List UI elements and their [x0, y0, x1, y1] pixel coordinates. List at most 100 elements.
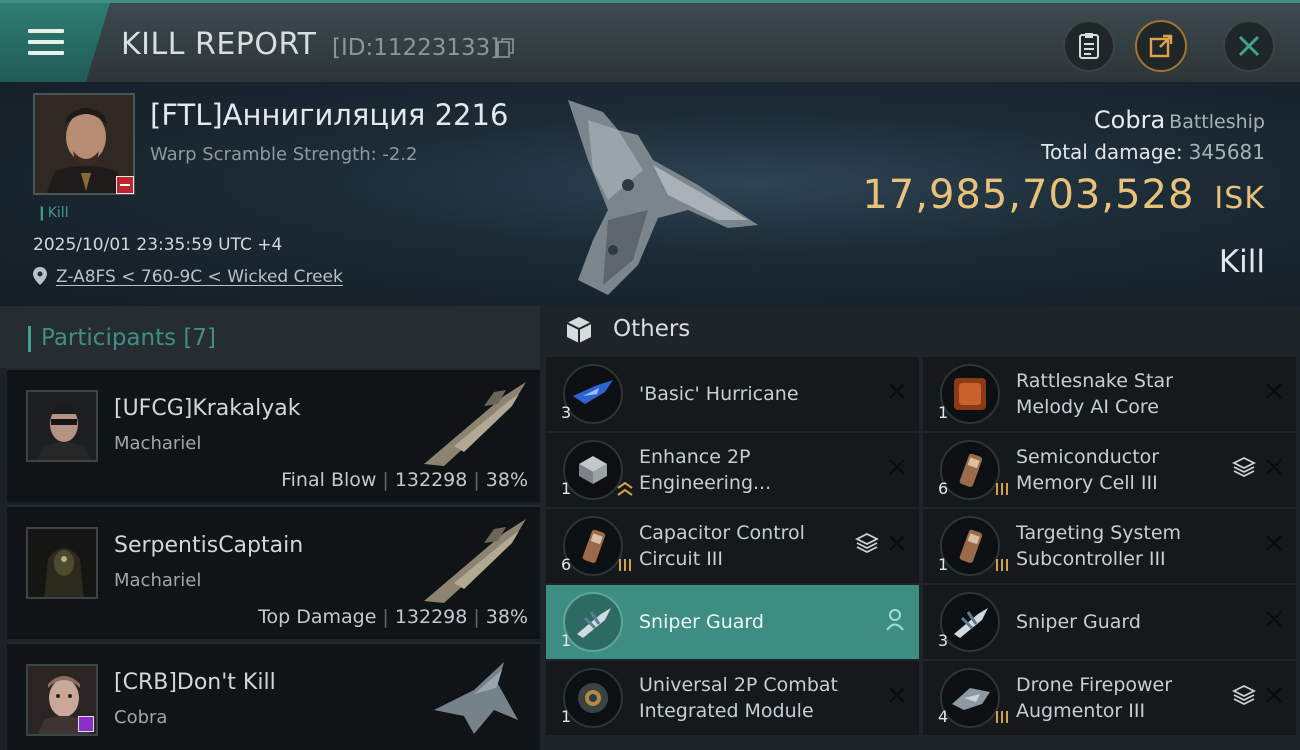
item-label: Universal 2P Combat Integrated Module: [639, 674, 838, 722]
destroyed-x-icon: [889, 383, 905, 399]
participants-label: Participants: [41, 325, 177, 351]
participants-panel: Participants [7] [UFCG]Krakalyak Machari…: [0, 306, 540, 750]
page-title: KILL REPORT: [121, 27, 317, 62]
victim-ship-image: [568, 100, 758, 295]
item-icon: [563, 668, 623, 728]
item-quantity: 3: [938, 631, 949, 650]
cube-icon: [566, 317, 592, 343]
kill-datetime: 2025/10/01 23:35:59 UTC +4: [33, 235, 283, 255]
destroyed-x-icon: [889, 687, 905, 703]
warp-scramble: Warp Scramble Strength: -2.2: [150, 144, 418, 165]
participant-name: [CRB]Don't Kill: [114, 670, 276, 695]
close-button[interactable]: [1223, 20, 1275, 72]
share-button[interactable]: [1135, 20, 1187, 72]
participant-stats: Final Blow | 132298 | 38%: [281, 469, 528, 491]
item-quantity: 1: [938, 403, 949, 422]
result-label: Kill: [1218, 244, 1265, 280]
clipboard-button[interactable]: [1063, 20, 1115, 72]
hamburger-icon: [28, 29, 64, 55]
avatar: [26, 527, 98, 599]
destroyed-x-icon: [1266, 687, 1282, 703]
participant-stats: Top Damage | 132298 | 38%: [258, 606, 528, 628]
tier-iii-icon: [996, 483, 1008, 495]
item-icon: [940, 364, 1000, 424]
item-icon: [563, 592, 623, 652]
stack-layers-icon: [855, 532, 879, 554]
item-entry[interactable]: 1 Targeting System Subcontroller III: [923, 509, 1296, 583]
total-damage-label: Total damage:: [1041, 140, 1183, 164]
clipboard-icon: [1079, 33, 1099, 59]
item-entry[interactable]: 6 Semiconductor Memory Cell III: [923, 433, 1296, 507]
destroyed-x-icon: [889, 535, 905, 551]
item-label: Sniper Guard: [1016, 611, 1141, 633]
victim-name[interactable]: [FTL]Аннигиляция 2216: [150, 98, 508, 132]
tier-iii-icon: [996, 711, 1008, 723]
participant-name: SerpentisCaptain: [114, 533, 304, 558]
close-icon: [1238, 35, 1260, 57]
item-label: Semiconductor Memory Cell III: [1016, 446, 1160, 494]
stack-layers-icon: [1232, 684, 1256, 706]
kill-tag: ❙Kill: [36, 205, 69, 221]
participants-title: Participants [7]: [41, 325, 216, 351]
item-label: Rattlesnake Star Melody AI Core: [1016, 370, 1173, 418]
copy-icon[interactable]: [497, 38, 515, 58]
location-link[interactable]: Z-A8FS < 760-9C < Wicked Creek: [56, 267, 343, 287]
person-icon: [886, 609, 904, 631]
item-entry-selected[interactable]: 1 Sniper Guard: [546, 585, 919, 659]
item-icon: [940, 668, 1008, 728]
item-entry[interactable]: 3 'Basic' Hurricane: [546, 357, 919, 431]
corp-badge-icon: [78, 716, 94, 732]
participant-ship-image: [424, 519, 526, 603]
item-icon: [563, 440, 633, 500]
tier-chevron-icon: [617, 482, 633, 496]
accent-bar: [28, 326, 31, 352]
share-icon: [1149, 34, 1173, 58]
item-label: Capacitor Control Circuit III: [639, 522, 805, 570]
item-quantity: 4: [938, 707, 949, 726]
item-quantity: 1: [561, 631, 572, 650]
item-quantity: 1: [561, 479, 572, 498]
isk-value: 17,985,703,528 ISK: [862, 172, 1265, 218]
item-entry[interactable]: 1 Enhance 2P Engineering...: [546, 433, 919, 507]
ship-name: Cobra: [1093, 106, 1166, 134]
participant-damage: 132298: [394, 606, 468, 628]
participant-ship: Cobra: [114, 707, 168, 728]
participants-header: Participants [7]: [0, 306, 540, 368]
victim-panel: [FTL]Аннигиляция 2216 Warp Scramble Stre…: [0, 82, 1300, 306]
destroyed-x-icon: [1266, 459, 1282, 475]
menu-button[interactable]: [0, 3, 110, 82]
item-entry[interactable]: 6 Capacitor Control Circuit III: [546, 509, 919, 583]
participant-role: Top Damage: [258, 606, 377, 628]
destroyed-x-icon: [1266, 383, 1282, 399]
item-entry[interactable]: 1 Rattlesnake Star Melody AI Core: [923, 357, 1296, 431]
tier-iii-icon: [996, 559, 1008, 571]
item-label: Drone Firepower Augmentor III: [1016, 674, 1173, 722]
item-icon: [940, 440, 1008, 500]
item-entry[interactable]: 1 Universal 2P Combat Integrated Module: [546, 661, 919, 735]
participant-name: [UFCG]Krakalyak: [114, 396, 301, 421]
participant-damage: 132298: [394, 469, 468, 491]
participant-ship: Machariel: [114, 570, 202, 591]
participants-count: [7]: [183, 325, 217, 351]
participant-percent: 38%: [485, 469, 528, 491]
item-label: Targeting System Subcontroller III: [1016, 522, 1182, 570]
item-entry[interactable]: 4 Drone Firepower Augmentor III: [923, 661, 1296, 735]
item-quantity: 6: [938, 479, 949, 498]
participant-row[interactable]: [CRB]Don't Kill Cobra: [7, 642, 540, 750]
kill-tag-label: Kill: [47, 205, 69, 221]
stack-layers-icon: [1232, 456, 1256, 478]
participant-ship: Machariel: [114, 433, 202, 454]
ship-class: Battleship: [1169, 111, 1265, 133]
destroyed-x-icon: [1266, 611, 1282, 627]
participant-row[interactable]: SerpentisCaptain Machariel Top Damage | 13…: [7, 505, 540, 639]
avatar: [26, 390, 98, 462]
item-quantity: 1: [938, 555, 949, 574]
item-entry[interactable]: 3 Sniper Guard: [923, 585, 1296, 659]
participant-ship-image: [434, 662, 518, 734]
participant-role: Final Blow: [281, 469, 377, 491]
participant-ship-image: [424, 382, 526, 466]
top-bar: KILL REPORT [ID:11223133]: [0, 0, 1300, 82]
victim-ship-name[interactable]: Cobra Battleship: [1094, 106, 1265, 134]
item-quantity: 6: [561, 555, 572, 574]
participant-row[interactable]: [UFCG]Krakalyak Machariel Final Blow | 132…: [7, 368, 540, 502]
